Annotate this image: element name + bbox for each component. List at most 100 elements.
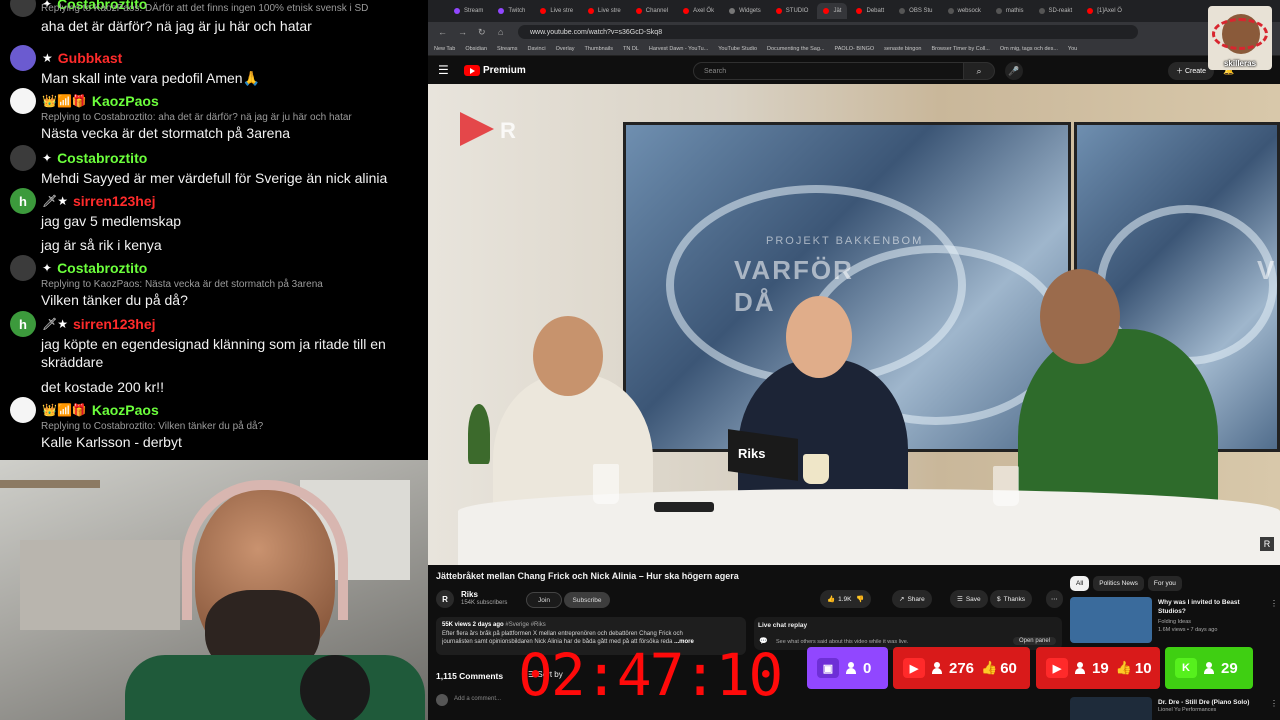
tab-favicon-icon <box>899 8 906 14</box>
chat-username[interactable]: Costabroztito <box>57 150 147 166</box>
tab-favicon-icon <box>729 8 736 14</box>
video-thumbnail[interactable] <box>1070 597 1152 643</box>
user-avatar[interactable]: h <box>10 188 36 214</box>
video-player[interactable]: PROJEKT BAKKENBOM VARFÖR DÅ V R Riks R <box>428 84 1280 565</box>
bookmark-item[interactable]: TN DL <box>623 46 639 52</box>
video-screen-subtitle: PROJEKT BAKKENBOM <box>766 235 924 247</box>
browser-tab[interactable]: Debatt <box>850 3 890 19</box>
chat-message-text: Kalle Karlsson - derbyt <box>41 434 182 450</box>
chat-username[interactable]: KaozPaos <box>92 402 159 418</box>
more-actions-icon[interactable]: ⋯ <box>1046 590 1063 608</box>
reload-icon[interactable]: ↻ <box>478 27 490 38</box>
bookmark-item[interactable]: Documenting the Sag... <box>767 46 824 52</box>
more-options-icon[interactable]: ⋮ <box>1270 599 1278 608</box>
bookmark-item[interactable]: Obsidian <box>465 46 487 52</box>
bookmark-item[interactable]: YouTube Studio <box>718 46 757 52</box>
user-avatar[interactable] <box>10 255 36 281</box>
user-avatar[interactable]: h <box>10 311 36 337</box>
tab-label: websock <box>957 8 981 14</box>
channel-name[interactable]: Riks <box>461 590 478 599</box>
recommended-video-title[interactable]: Why was I invited to Beast Studios? <box>1158 599 1268 616</box>
channel-avatar[interactable]: R <box>436 590 454 608</box>
browser-tab[interactable]: Live stre <box>582 3 627 19</box>
chat-message: ✦ Costabroztito Replying to KaozPaos: Näst… <box>10 255 420 309</box>
url-field[interactable]: www.youtube.com/watch?v=s36GcD-Skq8 <box>518 25 1138 39</box>
browser-tab[interactable]: SD-reakt <box>1033 3 1079 19</box>
home-icon[interactable]: ⌂ <box>498 27 510 37</box>
description-meta: 55K views 2 days ago <box>442 622 504 628</box>
filter-chip[interactable]: For you <box>1147 576 1182 591</box>
chat-username[interactable]: Gubbkast <box>58 50 123 66</box>
filter-chip[interactable]: Politics News <box>1093 576 1144 591</box>
thumbs-up-icon: 👍 <box>981 660 998 675</box>
chat-username[interactable]: sirren123hej <box>73 316 156 332</box>
voice-search-icon[interactable]: 🎤 <box>1005 62 1023 80</box>
bookmarks-bar: New Tab Obsidian Streams Davinci Overlay Thum… <box>428 42 1280 56</box>
search-input[interactable]: Search <box>693 62 973 80</box>
user-avatar[interactable] <box>10 145 36 171</box>
video-thumbnail[interactable] <box>1070 697 1152 720</box>
join-button[interactable]: Join <box>526 592 562 608</box>
browser-tab[interactable]: Axel Ök <box>677 3 720 19</box>
browser-tab[interactable]: Stream <box>448 3 489 19</box>
user-avatar <box>436 694 448 706</box>
bookmark-item[interactable]: Harvest Dawn - YouTu... <box>649 46 708 52</box>
chat-message-text: Mehdi Sayyed är mer värdefull för Sverig… <box>41 170 388 186</box>
like-button[interactable]: 👍 1.9K 👎 <box>820 590 872 608</box>
browser-tab[interactable]: Channel <box>630 3 674 19</box>
description-tags[interactable]: #Sverige #Riks <box>505 622 545 628</box>
browser-tab[interactable]: mathis <box>990 3 1030 19</box>
save-icon: ☰ <box>957 596 963 603</box>
dislike-icon[interactable]: 👎 <box>854 595 864 603</box>
add-comment-input[interactable]: Add a comment... <box>454 696 501 702</box>
forward-icon[interactable]: → <box>458 27 470 37</box>
browser-tab[interactable]: STUDIO <box>770 3 815 19</box>
recommended-video[interactable]: Why was I invited to Beast Studios? Foldi… <box>1070 597 1280 645</box>
chat-message-header: 👑📶🎁 KaozPaos <box>10 397 420 423</box>
thanks-button[interactable]: $ Thanks <box>990 590 1032 608</box>
browser-tab[interactable]: [1]Axel Ö <box>1081 3 1128 19</box>
share-button[interactable]: ↗ Share <box>892 590 932 608</box>
bookmark-item[interactable]: Streams <box>497 46 517 52</box>
bookmark-item[interactable]: New Tab <box>434 46 455 52</box>
menu-icon[interactable]: ☰ <box>438 63 458 77</box>
browser-tab[interactable]: Twitch <box>492 3 531 19</box>
search-icon[interactable]: ⌕ <box>963 62 995 80</box>
save-button[interactable]: ☰ Save <box>950 590 988 608</box>
browser-tab[interactable]: OBS Stu <box>893 3 938 19</box>
user-avatar[interactable] <box>10 88 36 114</box>
bookmark-item[interactable]: PAOLO- BINGO <box>835 46 875 52</box>
youtube-header: ☰ Premium Search ⌕ 🎤 ＋ Create 🔔 <box>428 56 1280 84</box>
back-icon[interactable]: ← <box>438 27 450 37</box>
chat-username[interactable]: Costabroztito <box>57 260 147 276</box>
browser-tab[interactable]: Widgets <box>723 3 767 19</box>
filter-chip[interactable]: All <box>1070 576 1090 591</box>
bookmark-item[interactable]: Overlay <box>556 46 575 52</box>
user-avatar[interactable] <box>10 397 36 423</box>
youtube-icon: ▶ <box>903 658 925 678</box>
bookmark-item[interactable]: Browser Timer by Coll... <box>931 46 989 52</box>
bookmark-item[interactable]: Thumbnails <box>585 46 613 52</box>
bookmark-item[interactable]: Davinci <box>528 46 546 52</box>
open-panel-button[interactable]: Open panel <box>1012 637 1056 645</box>
browser-tab[interactable]: Jät <box>817 3 848 19</box>
youtube-logo[interactable]: Premium <box>464 64 526 76</box>
chat-reply-context: Replying to KaozPaos: DÄrför att det fin… <box>41 3 369 14</box>
recommended-video[interactable]: Dr. Dre - Still Dre (Piano Solo) Lionel Y… <box>1070 697 1280 720</box>
bookmark-item[interactable]: You <box>1068 46 1077 52</box>
like-count: 60 <box>1000 659 1017 677</box>
user-avatar[interactable] <box>10 45 36 71</box>
bookmark-item[interactable]: Om mig, tags och des... <box>1000 46 1058 52</box>
browser-tab[interactable]: Live stre <box>534 3 579 19</box>
subscribe-button[interactable]: Subscribe <box>564 592 610 608</box>
user-avatar[interactable] <box>10 0 36 17</box>
bookmark-item[interactable]: senaste bingon <box>884 46 921 52</box>
video-person-right-head <box>1040 269 1120 364</box>
chat-username[interactable]: KaozPaos <box>92 93 159 109</box>
chat-username[interactable]: sirren123hej <box>73 193 156 209</box>
description-line: Efter flera års bråk på plattformen X me… <box>442 630 683 637</box>
browser-tab[interactable]: websock <box>942 3 987 19</box>
live-chat-replay: Live chat replay 💬 See what others said … <box>754 617 1062 650</box>
more-options-icon[interactable]: ⋮ <box>1270 699 1278 708</box>
viewer-count: 276 <box>949 659 975 677</box>
